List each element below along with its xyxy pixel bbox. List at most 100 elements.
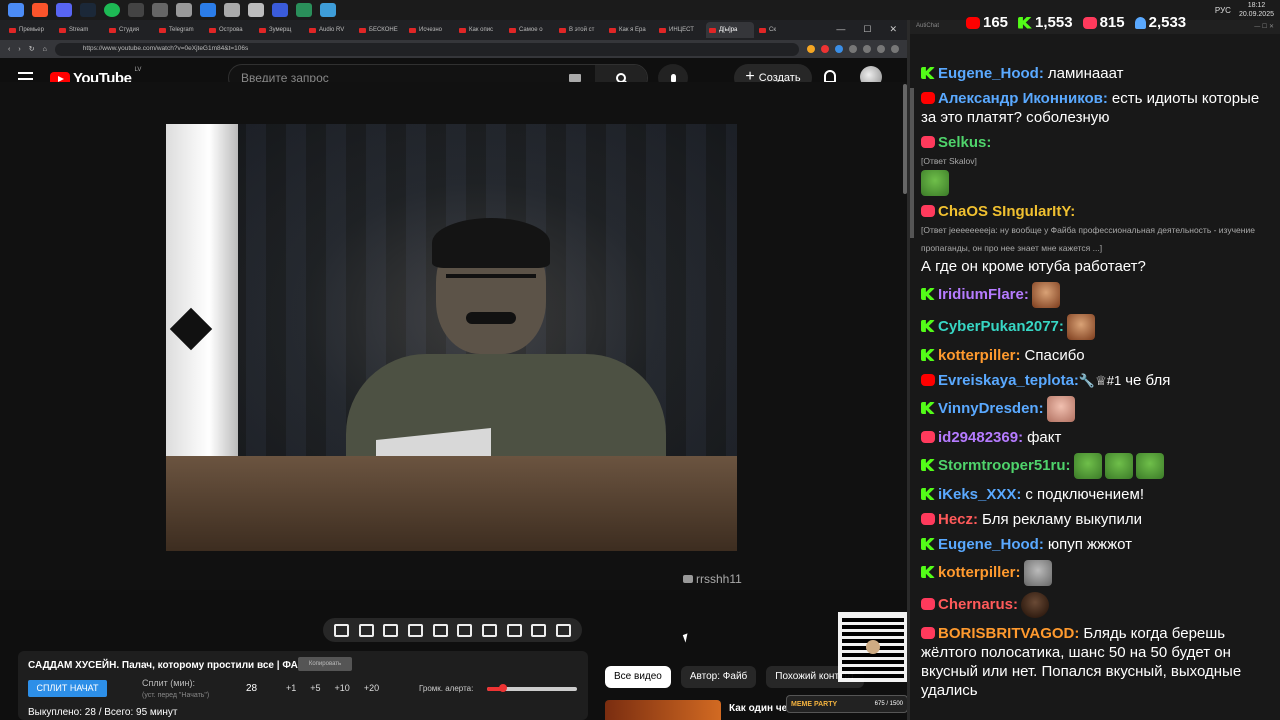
browser-tab[interactable]: Как опис bbox=[456, 22, 504, 38]
browser-tab[interactable]: Как я Ера bbox=[606, 22, 654, 38]
add-clip-icon[interactable] bbox=[506, 623, 522, 637]
chat-username[interactable]: kotterpiller: bbox=[938, 347, 1021, 364]
crop-icon[interactable] bbox=[457, 623, 473, 637]
chat-username[interactable]: Eugene_Hood: bbox=[938, 536, 1044, 553]
extension-icon[interactable] bbox=[863, 45, 871, 53]
browser-tab[interactable]: Зумерщ bbox=[256, 22, 304, 38]
app-icon[interactable] bbox=[152, 3, 168, 17]
picture-in-picture-icon[interactable] bbox=[432, 623, 448, 637]
chat-username[interactable]: iKeks_XXX: bbox=[938, 486, 1021, 503]
browser-tab[interactable]: Премьер bbox=[6, 22, 54, 38]
video-thumbnail[interactable] bbox=[605, 700, 721, 720]
camera-icon[interactable] bbox=[531, 623, 547, 637]
increment-button[interactable]: +5 bbox=[310, 683, 320, 693]
split-start-button[interactable]: СПЛИТ НАЧАТ bbox=[28, 680, 107, 697]
video-frame[interactable] bbox=[166, 124, 737, 551]
increment-button[interactable]: +1 bbox=[286, 683, 296, 693]
url-field[interactable]: https://www.youtube.com/watch?v=0eXjteG1… bbox=[54, 42, 799, 56]
alert-volume-slider[interactable] bbox=[487, 684, 577, 692]
chat-username[interactable]: Stormtrooper51ru: bbox=[938, 457, 1071, 474]
browser-tab[interactable]: Telegram bbox=[156, 22, 204, 38]
browser-tab[interactable]: ИНЦЕСТ bbox=[656, 22, 704, 38]
reload-icon[interactable]: ↻ bbox=[29, 45, 35, 53]
chat-username[interactable]: ChaOS SIngularItY: bbox=[938, 203, 1075, 220]
browser-tab[interactable]: Audio RV bbox=[306, 22, 354, 38]
forward-icon[interactable]: › bbox=[18, 46, 20, 53]
browser-tab[interactable]: Студия bbox=[106, 22, 154, 38]
clapperboard-icon[interactable] bbox=[407, 623, 423, 637]
extension-icon[interactable] bbox=[877, 45, 885, 53]
chat-username[interactable]: Evreiskaya_teplota: bbox=[938, 372, 1079, 389]
extension-icon[interactable] bbox=[849, 45, 857, 53]
app-icon[interactable] bbox=[224, 3, 240, 17]
watch-icon[interactable] bbox=[383, 623, 399, 637]
chat-username[interactable]: Hecz: bbox=[938, 511, 978, 528]
obs-icon[interactable] bbox=[128, 3, 144, 17]
chat-username[interactable]: BORISBRITVAGOD: bbox=[938, 625, 1079, 642]
split-minutes-value[interactable]: 28 bbox=[246, 683, 257, 694]
chat-username[interactable]: Selkus: bbox=[938, 134, 991, 151]
tray-clock[interactable]: 18:12 20.09.2025 bbox=[1239, 1, 1274, 19]
extension-icon[interactable] bbox=[807, 45, 815, 53]
browser-tab[interactable]: Д[ы]ра bbox=[706, 22, 754, 38]
chip-author[interactable]: Автор: Файб bbox=[680, 666, 757, 688]
emote-icon bbox=[1021, 592, 1050, 618]
increment-button[interactable]: +20 bbox=[364, 683, 379, 693]
extension-icon[interactable] bbox=[821, 45, 829, 53]
home-icon[interactable]: ⌂ bbox=[43, 46, 47, 53]
maximize-icon[interactable]: ☐ bbox=[863, 24, 871, 35]
chat-username[interactable]: Eugene_Hood: bbox=[938, 65, 1044, 82]
spotify-icon[interactable] bbox=[104, 3, 120, 17]
chat-text: юпуп жжжот bbox=[1047, 536, 1132, 553]
browser-tab[interactable]: Острова bbox=[206, 22, 254, 38]
browser-tab[interactable]: БЕСКОНЕ bbox=[356, 22, 404, 38]
back-icon[interactable]: ‹ bbox=[8, 46, 10, 53]
chat-scrollbar[interactable] bbox=[910, 88, 914, 238]
scrollbar[interactable] bbox=[903, 84, 907, 194]
increment-button[interactable]: +10 bbox=[335, 683, 350, 693]
chat-username[interactable]: Chernarus: bbox=[938, 596, 1018, 613]
minimize-icon[interactable]: — bbox=[836, 24, 845, 35]
gear-icon[interactable] bbox=[556, 623, 572, 637]
menu-icon[interactable] bbox=[891, 45, 899, 53]
loop-icon[interactable] bbox=[333, 623, 349, 637]
chat-username[interactable]: CyberPukan2077: bbox=[938, 318, 1064, 335]
browser-tab[interactable]: Самое о bbox=[506, 22, 554, 38]
app-icon[interactable] bbox=[176, 3, 192, 17]
browser-tab[interactable]: Ск bbox=[756, 22, 804, 38]
close-icon[interactable]: ✕ bbox=[889, 24, 897, 35]
keyboard-icon[interactable] bbox=[569, 74, 581, 82]
chat-username[interactable]: id29482369: bbox=[938, 429, 1023, 446]
chat-username[interactable]: Александр Иконников: bbox=[938, 90, 1108, 107]
app-icon[interactable] bbox=[320, 3, 336, 17]
speedometer-icon[interactable] bbox=[481, 623, 497, 637]
chip-all-videos[interactable]: Все видео bbox=[605, 666, 671, 688]
browser-tab[interactable]: Исчезно bbox=[406, 22, 454, 38]
browser-tab[interactable]: Stream bbox=[56, 22, 104, 38]
windows-start-icon[interactable] bbox=[8, 3, 24, 17]
copy-button[interactable]: Копировать bbox=[298, 657, 352, 671]
browser-tab[interactable]: В этой ст bbox=[556, 22, 604, 38]
app-icon[interactable] bbox=[200, 3, 216, 17]
discord-icon[interactable] bbox=[56, 3, 72, 17]
recommended-title[interactable]: Как один чел bbox=[729, 703, 794, 720]
audio-icon[interactable] bbox=[358, 623, 374, 637]
kick-icon bbox=[921, 287, 935, 300]
slider-handle[interactable] bbox=[499, 684, 508, 692]
video-player[interactable]: rrsshh11 bbox=[0, 82, 907, 590]
bought-minutes: Выкуплено: 28 / Всего: 95 минут bbox=[28, 707, 178, 718]
brave-icon[interactable] bbox=[32, 3, 48, 17]
window-controls[interactable]: — ☐ ✕ bbox=[1254, 23, 1274, 31]
tab-strip: Премьер Stream Студия Telegram Острова Зумерщ… bbox=[0, 20, 907, 40]
channel-watermark: rrsshh11 bbox=[683, 572, 742, 586]
chat-username[interactable]: VinnyDresden: bbox=[938, 400, 1044, 417]
chat-username[interactable]: kotterpiller: bbox=[938, 564, 1021, 581]
app-icon[interactable] bbox=[296, 3, 312, 17]
app-icon[interactable] bbox=[248, 3, 264, 17]
app-icon[interactable] bbox=[272, 3, 288, 17]
chat-username[interactable]: IridiumFlare: bbox=[938, 286, 1029, 303]
tray-date: 20.09.2025 bbox=[1238, 11, 1274, 18]
steam-icon[interactable] bbox=[80, 3, 96, 17]
extension-icon[interactable] bbox=[835, 45, 843, 53]
tray-language[interactable]: РУС bbox=[1215, 6, 1231, 15]
